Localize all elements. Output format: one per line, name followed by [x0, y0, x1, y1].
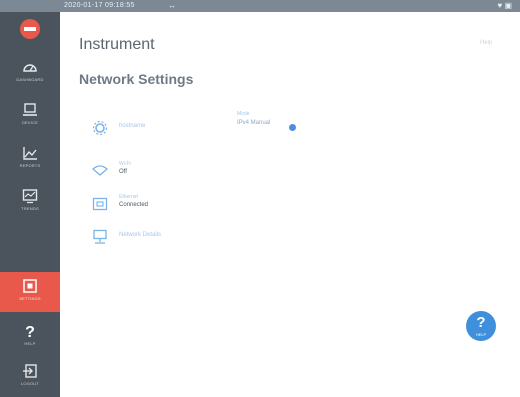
sidebar-item-settings[interactable]: SETTINGS: [0, 272, 60, 312]
gauge-icon: [23, 64, 37, 72]
mode-label: Mode: [237, 111, 250, 117]
network-icon: [93, 229, 107, 244]
mode-toggle[interactable]: [289, 124, 296, 131]
sidebar-item-dashboard[interactable]: DASHBOARD: [0, 53, 60, 93]
page-title: Instrument: [79, 36, 155, 53]
sidebar-item-help[interactable]: ? HELP: [0, 317, 60, 357]
gear-icon: [92, 120, 108, 136]
sidebar: DASHBOARD DEVICE REPORTS TRENDS SETTINGS: [0, 12, 60, 397]
help-fab-button[interactable]: ? HELP: [466, 311, 496, 341]
question-icon: ?: [476, 314, 486, 331]
svg-text:?: ?: [25, 324, 35, 339]
wifi-icon: [92, 165, 108, 176]
status-arrow-icon: ↔: [168, 1, 176, 10]
status-time: 2020-01-17 09:18:55: [64, 2, 135, 9]
wifi-label: Wi-Fi: [119, 161, 131, 167]
sidebar-item-reports[interactable]: REPORTS: [0, 139, 60, 179]
logout-icon: [23, 364, 37, 378]
wifi-value: Off: [119, 169, 127, 175]
status-bar: 2020-01-17 09:18:55 ↔ ♥ ▣: [0, 0, 520, 12]
sidebar-item-label: SETTINGS: [19, 296, 41, 301]
sidebar-item-label: LOGOUT: [20, 381, 40, 386]
sidebar-item-label: REPORTS: [19, 163, 41, 168]
question-icon: ?: [25, 324, 35, 339]
line-chart-icon: [23, 147, 37, 160]
help-fab-label: HELP: [475, 332, 487, 337]
network-details-label: Network Details: [119, 232, 162, 238]
mode-value: IPv4 Manual: [237, 120, 271, 126]
ethernet-icon: [92, 197, 108, 211]
sidebar-item-label: DEVICE: [21, 120, 39, 125]
sidebar-item-label: TRENDS: [21, 206, 39, 211]
ethernet-value: Connected: [119, 202, 149, 208]
monitor-chart-icon: [22, 189, 38, 204]
section-title: Network Settings: [79, 71, 194, 87]
sidebar-item-trends[interactable]: TRENDS: [0, 182, 60, 222]
sidebar-item-device[interactable]: DEVICE: [0, 96, 60, 136]
brand-logo: [20, 19, 40, 39]
mode-field[interactable]: Mode IPv4 Manual: [237, 111, 270, 126]
sidebar-item-label: HELP: [24, 341, 36, 346]
laptop-icon: [23, 103, 37, 116]
sidebar-item-logout[interactable]: LOGOUT: [0, 357, 60, 397]
settings-icon: [23, 279, 37, 293]
ethernet-label: Ethernet: [119, 194, 138, 200]
help-link[interactable]: Help: [480, 40, 492, 46]
hostname-label: hostname: [119, 123, 146, 129]
status-icons: ♥ ▣: [497, 1, 512, 10]
sidebar-item-label: DASHBOARD: [16, 77, 44, 82]
